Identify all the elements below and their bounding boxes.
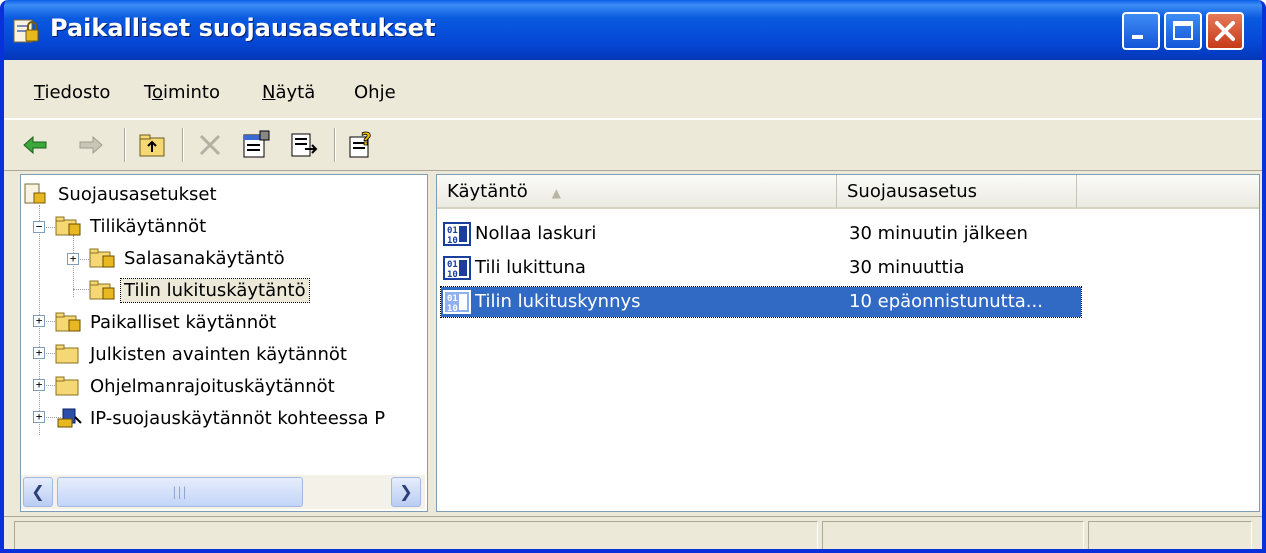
locked-folder-icon xyxy=(55,216,81,236)
tree-item-label: Salasanakäytäntö xyxy=(124,247,285,269)
folder-icon xyxy=(55,344,79,364)
policy-value: 30 minuutin jälkeen xyxy=(849,223,1028,244)
security-settings-icon xyxy=(24,183,46,204)
list-item[interactable]: 01 10 Nollaa laskuri 30 minuutin jälkeen xyxy=(441,219,1081,249)
toolbar-separator xyxy=(182,128,184,162)
list-item[interactable]: 01 10 Tili lukittuna 30 minuuttia xyxy=(441,253,1081,283)
folder-icon xyxy=(55,376,79,396)
column-header-policy[interactable]: Käytäntö ▲ xyxy=(437,175,837,209)
tree-item-tilikaytannot[interactable]: Tilikäytännöt xyxy=(55,211,209,241)
scrollbar-thumb[interactable]: ||| xyxy=(57,477,303,507)
properties-icon[interactable] xyxy=(240,129,272,161)
policy-name: Nollaa laskuri xyxy=(475,223,597,244)
ip-security-icon xyxy=(57,408,82,428)
up-folder-icon[interactable] xyxy=(136,129,168,161)
tree-item-ip-suojaus[interactable]: IP-suojauskäytännöt kohteessa P xyxy=(55,403,388,433)
scroll-left-button[interactable]: ❮ xyxy=(23,477,53,507)
forward-arrow-icon[interactable] xyxy=(74,129,106,161)
tree-item-salasanakaytanto[interactable]: Salasanakäytäntö xyxy=(89,243,288,273)
tree-item-label: Paikalliset käytännöt xyxy=(90,311,277,333)
locked-folder-icon xyxy=(89,248,115,268)
tree-item-label: Tilikäytännöt xyxy=(90,215,207,237)
numeric-policy-icon: 0110 xyxy=(443,256,471,280)
details-list[interactable]: Käytäntö ▲ Suojausasetus 01 10 Nollaa lask… xyxy=(436,174,1260,512)
help-icon[interactable]: ? xyxy=(346,129,378,161)
expand-toggle-icon[interactable]: + xyxy=(33,411,45,423)
menu-ohje[interactable]: Ohje xyxy=(354,82,396,103)
security-settings-icon xyxy=(13,19,39,43)
title-bar[interactable]: Paikalliset suojausasetukset xyxy=(4,0,1262,60)
status-cell-tertiary xyxy=(1088,521,1252,549)
close-button[interactable] xyxy=(1206,12,1244,50)
column-header-setting[interactable]: Suojausasetus xyxy=(837,175,1077,209)
tree-item-label: Suojausasetukset xyxy=(58,183,217,205)
toolbar: ? xyxy=(4,119,1262,171)
tree-item-label: Julkisten avainten käytännöt xyxy=(90,343,347,365)
policy-value: 10 epäonnistunutta... xyxy=(849,291,1043,312)
chevron-left-icon: ❮ xyxy=(31,482,45,501)
export-list-icon[interactable] xyxy=(288,129,320,161)
window-title: Paikalliset suojausasetukset xyxy=(50,14,436,42)
menu-bar: Tiedosto Toiminto Näytä Ohje xyxy=(4,60,1262,119)
svg-text:01: 01 xyxy=(447,260,458,270)
scroll-right-button[interactable]: ❯ xyxy=(391,477,421,507)
numeric-policy-icon: 0110 xyxy=(443,222,471,246)
tree-connector xyxy=(73,235,74,297)
console-tree[interactable]: Suojausasetukset − Tilikäytännöt + Salas… xyxy=(20,174,428,512)
svg-text:01: 01 xyxy=(447,226,458,236)
policy-name: Tilin lukituskynnys xyxy=(475,291,641,312)
tree-item-paikalliset-kaytannot[interactable]: Paikalliset käytännöt xyxy=(55,307,279,337)
svg-text:01: 01 xyxy=(447,294,458,304)
application-window: Paikalliset suojausasetukset Tiedosto To… xyxy=(0,0,1266,553)
svg-text:10: 10 xyxy=(447,270,458,280)
menu-toiminto[interactable]: Toiminto xyxy=(144,82,220,103)
maximize-icon xyxy=(1173,21,1193,40)
maximize-button[interactable] xyxy=(1164,12,1202,50)
expand-toggle-icon[interactable]: + xyxy=(33,379,45,391)
list-item-selected[interactable]: 01 10 Tilin lukituskynnys 10 epäonnistunu… xyxy=(440,286,1082,318)
tree-item-label: Tilin lukituskäytäntö xyxy=(120,277,310,303)
expand-toggle-icon[interactable]: + xyxy=(33,347,45,359)
svg-text:10: 10 xyxy=(447,236,458,246)
chevron-right-icon: ❯ xyxy=(399,482,413,501)
toolbar-separator xyxy=(334,128,336,162)
minimize-icon xyxy=(1132,35,1143,39)
policy-value: 30 minuuttia xyxy=(849,257,965,278)
locked-folder-icon xyxy=(55,312,81,332)
status-cell-main xyxy=(14,521,818,549)
svg-text:?: ? xyxy=(361,129,371,150)
svg-text:10: 10 xyxy=(447,304,458,314)
status-bar xyxy=(4,516,1262,549)
sort-ascending-icon: ▲ xyxy=(551,186,561,200)
collapse-toggle-icon[interactable]: − xyxy=(33,221,45,233)
expand-toggle-icon[interactable]: + xyxy=(33,315,45,327)
grip-icon: ||| xyxy=(172,485,188,499)
delete-icon[interactable] xyxy=(194,129,226,161)
menu-tiedosto[interactable]: Tiedosto xyxy=(34,82,110,103)
tree-item-tilin-lukituskaytanto[interactable]: Tilin lukituskäytäntö xyxy=(89,275,310,305)
locked-folder-icon xyxy=(89,280,115,300)
toolbar-separator xyxy=(124,128,126,162)
tree-item-julkisten-avainten[interactable]: Julkisten avainten käytännöt xyxy=(55,339,350,369)
tree-item-ohjelmanrajoitus[interactable]: Ohjelmanrajoituskäytännöt xyxy=(55,371,338,401)
numeric-policy-icon: 0110 xyxy=(443,290,471,314)
tree-item-root[interactable]: Suojausasetukset xyxy=(23,179,220,209)
minimize-button[interactable] xyxy=(1122,12,1160,50)
expand-toggle-icon[interactable]: + xyxy=(67,253,79,265)
menu-nayta[interactable]: Näytä xyxy=(262,82,315,103)
close-icon xyxy=(1215,21,1235,41)
back-arrow-icon[interactable] xyxy=(20,129,52,161)
status-cell-secondary xyxy=(822,521,1084,549)
column-header-empty[interactable] xyxy=(1077,175,1259,209)
tree-item-label: IP-suojauskäytännöt kohteessa P xyxy=(90,407,386,429)
tree-item-label: Ohjelmanrajoituskäytännöt xyxy=(90,375,335,397)
horizontal-scrollbar[interactable]: ❮ ||| ❯ xyxy=(21,475,425,509)
policy-name: Tili lukittuna xyxy=(475,257,586,278)
